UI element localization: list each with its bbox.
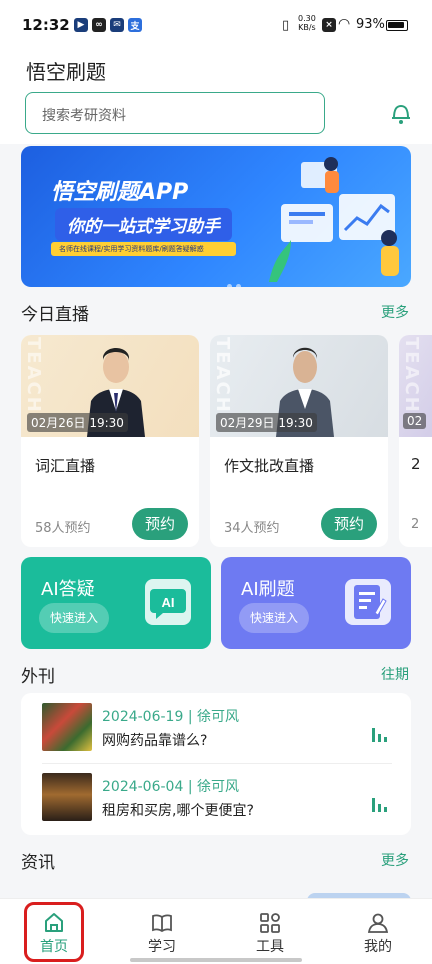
book-icon bbox=[152, 914, 172, 933]
ai-practice-tile[interactable]: AI刷题 快速进入 bbox=[221, 557, 411, 649]
news-more-link[interactable]: 更多 bbox=[381, 850, 409, 870]
journal-item[interactable]: 2024-06-19 | 徐可风 网购药品靠谱么? bbox=[21, 693, 411, 764]
document-edit-icon bbox=[345, 579, 391, 625]
app-notification-icon: ▶ bbox=[74, 18, 88, 32]
ai-qa-tile[interactable]: AI答疑 快速进入 AI bbox=[21, 557, 211, 649]
svg-text:AI: AI bbox=[162, 595, 175, 610]
network-speed: 0.30 KB/s bbox=[298, 14, 316, 32]
reservation-count: 2 bbox=[411, 517, 420, 532]
audio-bars-icon[interactable] bbox=[371, 796, 387, 812]
banner-subtitle: 你的一站式学习助手 bbox=[55, 208, 232, 241]
tab-study[interactable]: 学习 bbox=[108, 899, 216, 959]
journal-list: 2024-06-19 | 徐可风 网购药品靠谱么? 2024-06-04 | 徐… bbox=[21, 693, 411, 835]
gesture-bar bbox=[130, 958, 302, 962]
app-notification-icon: ∞ bbox=[92, 18, 106, 32]
status-bar: 12:32 ▶ ∞ ✉ 支 ▯ 0.30 KB/s × ◠ 93% bbox=[0, 0, 432, 48]
search-placeholder: 搜索考研资料 bbox=[42, 108, 126, 124]
live-section-title: 今日直播 bbox=[21, 305, 89, 325]
journal-archive-link[interactable]: 往期 bbox=[381, 664, 409, 684]
banner-tagline: 名师在线课程/实用学习资料题库/刷题答疑解惑 bbox=[51, 242, 236, 256]
journal-section-title: 外刊 bbox=[21, 667, 55, 687]
tab-label: 学习 bbox=[148, 939, 176, 955]
live-name: 作文批改直播 bbox=[224, 457, 315, 475]
journal-item[interactable]: 2024-06-04 | 徐可风 租房和买房,哪个更便宜? bbox=[21, 763, 411, 833]
live-time: 02 bbox=[403, 413, 427, 429]
ai-tile-title: AI答疑 bbox=[41, 579, 95, 600]
bell-icon[interactable] bbox=[388, 100, 414, 126]
header: 悟空刷题 搜索考研资料 bbox=[0, 48, 432, 144]
news-section-title: 资讯 bbox=[21, 853, 55, 873]
alipay-icon: 支 bbox=[128, 18, 142, 32]
journal-thumbnail bbox=[42, 773, 92, 821]
promo-banner[interactable]: 悟空刷题APP 你的一站式学习助手 名师在线课程/实用学习资料题库/刷题答疑解惑 bbox=[21, 146, 411, 287]
wifi-icon: ◠ bbox=[338, 16, 351, 32]
app-title: 悟空刷题 bbox=[26, 60, 106, 84]
journal-meta: 2024-06-04 | 徐可风 bbox=[102, 779, 239, 795]
journal-title: 租房和买房,哪个更便宜? bbox=[102, 803, 254, 819]
journal-thumbnail bbox=[42, 703, 92, 751]
live-time: 02月29日 19:30 bbox=[216, 413, 317, 432]
live-name: 词汇直播 bbox=[35, 457, 96, 475]
status-time: 12:32 bbox=[22, 16, 70, 34]
live-more-link[interactable]: 更多 bbox=[381, 302, 409, 322]
journal-meta: 2024-06-19 | 徐可风 bbox=[102, 709, 239, 725]
banner-illustration bbox=[269, 157, 399, 282]
quick-enter-button[interactable]: 快速进入 bbox=[39, 603, 109, 633]
reserve-button[interactable]: 预约 bbox=[321, 508, 377, 540]
user-icon bbox=[367, 913, 389, 933]
reserve-button[interactable]: 预约 bbox=[132, 508, 188, 540]
sim-off-icon: × bbox=[322, 18, 336, 32]
live-thumbnail: TEACH 02月29日 19:30 bbox=[210, 335, 388, 437]
grid-icon bbox=[260, 913, 280, 933]
ai-chat-icon: AI bbox=[145, 579, 191, 625]
live-card[interactable]: TEACH 02月29日 19:30 作文批改直播 34人预约 预约 bbox=[210, 335, 388, 547]
audio-bars-icon[interactable] bbox=[371, 726, 387, 742]
tab-label: 我的 bbox=[364, 939, 392, 955]
watermark-text: TEACH bbox=[212, 337, 233, 414]
live-thumbnail: TEACH 02 bbox=[399, 335, 432, 437]
watermark-text: TEACH bbox=[23, 337, 44, 414]
battery-icon bbox=[386, 20, 408, 31]
live-name: 2 bbox=[411, 455, 421, 473]
live-thumbnail: TEACH 02月26日 19:30 bbox=[21, 335, 199, 437]
live-card[interactable]: TEACH 02月26日 19:30 词汇直播 58人预约 预约 bbox=[21, 335, 199, 547]
tab-tools[interactable]: 工具 bbox=[216, 899, 324, 959]
home-tab-highlight bbox=[24, 902, 84, 962]
search-input[interactable]: 搜索考研资料 bbox=[25, 92, 325, 134]
live-card-partial[interactable]: TEACH 02 2 2 bbox=[399, 335, 432, 547]
vibrate-icon: ▯ bbox=[282, 18, 290, 33]
watermark-text: TEACH bbox=[401, 337, 422, 414]
mail-icon: ✉ bbox=[110, 18, 124, 32]
tab-profile[interactable]: 我的 bbox=[324, 899, 432, 959]
ai-tile-title: AI刷题 bbox=[241, 579, 295, 600]
reservation-count: 34人预约 bbox=[224, 521, 280, 536]
reservation-count: 58人预约 bbox=[35, 521, 91, 536]
banner-pagination bbox=[227, 274, 245, 287]
battery-level: 93% bbox=[356, 17, 385, 32]
quick-enter-button[interactable]: 快速进入 bbox=[239, 603, 309, 633]
banner-title: 悟空刷题APP bbox=[51, 180, 189, 205]
tab-label: 工具 bbox=[256, 939, 284, 955]
live-time: 02月26日 19:30 bbox=[27, 413, 128, 432]
journal-title: 网购药品靠谱么? bbox=[102, 733, 208, 749]
